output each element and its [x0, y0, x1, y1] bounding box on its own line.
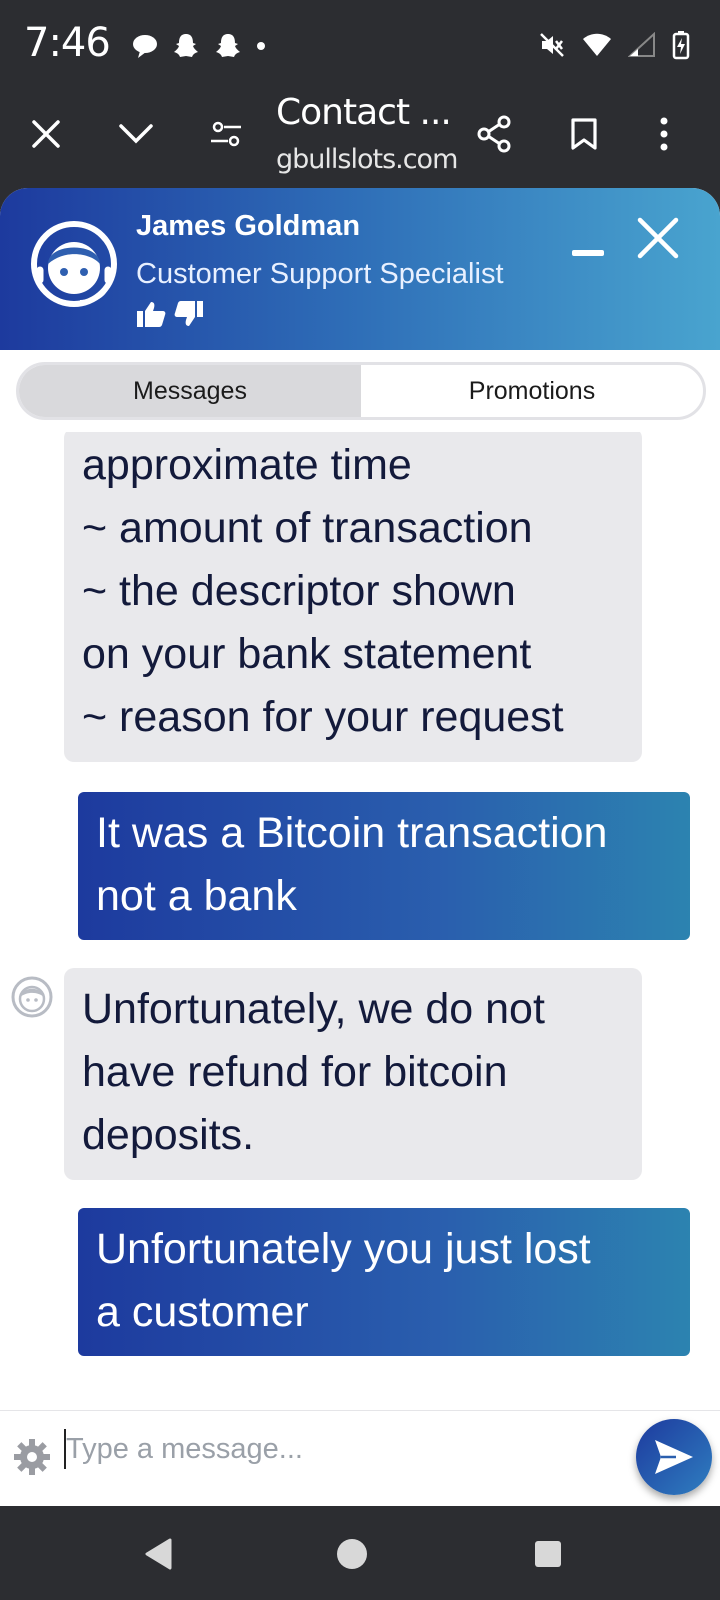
bookmark-icon [571, 118, 597, 150]
user-message: It was a Bitcoin transaction not a bank [78, 792, 690, 940]
message-line: a customer [96, 1288, 309, 1336]
user-message: Unfortunately you just lost a customer [78, 1208, 690, 1356]
collapse-button[interactable] [112, 110, 160, 158]
message-line: on your bank statement [82, 630, 532, 678]
bookmark-button[interactable] [560, 110, 608, 158]
tab-messages[interactable]: Messages [19, 365, 361, 417]
tab-promotions[interactable]: Promotions [361, 365, 703, 417]
recents-square-icon [535, 1541, 561, 1567]
page-settings-button[interactable] [202, 110, 250, 158]
status-time: 7:46 [24, 20, 111, 66]
message-line: approximate time [82, 441, 412, 489]
message-composer [0, 1410, 720, 1506]
system-nav-bar [0, 1506, 720, 1600]
message-line: ~ amount of transaction [82, 504, 533, 552]
home-circle-icon [337, 1539, 367, 1569]
nav-recents-button[interactable] [526, 1532, 570, 1576]
send-button[interactable] [636, 1419, 712, 1495]
close-icon [32, 120, 60, 148]
chevron-down-icon [119, 124, 153, 144]
rating-buttons [136, 300, 204, 328]
share-button[interactable] [470, 110, 518, 158]
message-line: It was a Bitcoin transaction [96, 809, 608, 857]
notification-icons [132, 32, 266, 60]
thumbs-down-icon[interactable] [174, 300, 204, 328]
send-icon [655, 1440, 693, 1474]
message-line: deposits. [82, 1111, 255, 1159]
message-line: ~ reason for your request [82, 693, 564, 741]
message-line: not a bank [96, 872, 297, 920]
mute-icon [540, 33, 564, 57]
agent-message: Unfortunately, we do not have refund for… [64, 968, 642, 1180]
wifi-icon [583, 33, 611, 56]
nav-back-button[interactable] [136, 1532, 180, 1576]
back-triangle-icon [145, 1538, 172, 1570]
agent-avatar-icon [11, 976, 53, 1018]
chat-widget: James Goldman Customer Support Specialis… [0, 188, 720, 1506]
system-icons [538, 30, 690, 60]
close-chat-button[interactable] [636, 216, 680, 260]
browser-toolbar: Contact ... gbullslots.com [0, 88, 720, 188]
page-title: Contact ... [276, 92, 452, 133]
close-tab-button[interactable] [22, 110, 70, 158]
message-line: ~ the descriptor shown [82, 567, 516, 615]
page-url[interactable]: gbullslots.com [276, 144, 458, 175]
status-bar: 7:46 [0, 0, 720, 88]
more-options-button[interactable] [640, 110, 688, 158]
message-line: Unfortunately, we do not [82, 985, 545, 1033]
battery-charging-icon [672, 31, 690, 60]
message-line: have refund for bitcoin [82, 1048, 508, 1096]
thumbs-up-icon[interactable] [136, 300, 166, 328]
snapchat-icon [216, 34, 240, 57]
support-agent-avatar-icon [31, 221, 117, 307]
more-vert-icon [660, 117, 668, 151]
nav-home-button[interactable] [330, 1532, 374, 1576]
snapchat-icon [174, 34, 198, 57]
chat-header: James Goldman Customer Support Specialis… [0, 188, 720, 350]
share-icon [477, 115, 511, 153]
gear-icon[interactable] [12, 1437, 52, 1477]
signal-icon [628, 32, 655, 57]
chat-notification-icon [133, 35, 157, 58]
agent-name: James Goldman [136, 210, 361, 242]
agent-message: approximate time ~ amount of transaction… [64, 432, 642, 762]
chat-tabs: Messages Promotions [16, 362, 706, 420]
message-line: Unfortunately you just lost [96, 1225, 591, 1273]
message-input[interactable] [66, 1425, 606, 1473]
tune-icon [211, 121, 241, 147]
message-list: approximate time ~ amount of transaction… [0, 432, 720, 1400]
agent-role: Customer Support Specialist [136, 258, 504, 290]
dot-icon [257, 42, 265, 50]
minimize-chat-button[interactable] [572, 250, 604, 256]
